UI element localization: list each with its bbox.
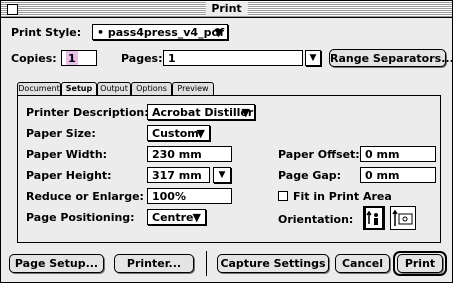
chevron-down-icon: ▼ xyxy=(192,211,201,224)
paper-size-value: Custom xyxy=(152,127,199,140)
printer-description-value: Acrobat Distiller xyxy=(152,106,254,119)
printer-button[interactable]: Printer... xyxy=(114,254,194,273)
paper-height-dropdown-button[interactable]: ▼ xyxy=(213,167,231,183)
print-style-popup[interactable]: • pass4press_v4_pdf ▼ xyxy=(92,24,228,40)
button-separator xyxy=(206,251,207,276)
page-setup-button[interactable]: Page Setup... xyxy=(9,254,104,273)
paper-height-field[interactable]: 317 mm xyxy=(147,167,210,183)
fit-in-print-area-label: Fit in Print Area xyxy=(293,190,392,203)
copies-field[interactable]: 1 xyxy=(61,50,97,66)
paper-width-field[interactable]: 230 mm xyxy=(147,146,232,162)
chevron-down-icon: ▼ xyxy=(241,106,250,119)
tab-document[interactable]: Document xyxy=(17,82,61,95)
print-style-label: Print Style: xyxy=(11,26,82,39)
reduce-enlarge-label: Reduce or Enlarge: xyxy=(26,190,144,203)
close-box-icon[interactable] xyxy=(7,4,18,15)
tab-setup[interactable]: Setup xyxy=(61,82,97,96)
page-positioning-popup[interactable]: Centre ▼ xyxy=(147,209,206,225)
paper-size-popup[interactable]: Custom ▼ xyxy=(147,125,210,141)
page-gap-field[interactable]: 0 mm xyxy=(360,167,436,183)
orientation-label: Orientation: xyxy=(278,213,354,226)
landscape-orientation-icon[interactable] xyxy=(390,206,416,230)
page-positioning-value: Centre xyxy=(152,211,194,224)
title-bar[interactable]: Print xyxy=(1,1,452,18)
fit-in-print-area-checkbox[interactable] xyxy=(278,191,288,201)
cancel-button[interactable]: Cancel xyxy=(335,254,390,273)
tab-preview[interactable]: Preview xyxy=(172,82,214,95)
print-dialog: Print Print Style: • pass4press_v4_pdf ▼… xyxy=(0,0,453,283)
paper-height-label: Paper Height: xyxy=(26,169,112,182)
reduce-enlarge-field[interactable]: 100% xyxy=(147,188,232,204)
chevron-down-icon: ▼ xyxy=(196,127,205,140)
printer-description-label: Printer Description: xyxy=(26,106,149,119)
chevron-down-icon: ▼ xyxy=(218,170,226,180)
copies-label: Copies: xyxy=(11,52,57,65)
paper-width-label: Paper Width: xyxy=(26,148,108,161)
portrait-orientation-icon[interactable] xyxy=(363,206,385,230)
chevron-down-icon: ▼ xyxy=(214,26,223,39)
pages-dropdown-button[interactable]: ▼ xyxy=(305,50,321,66)
tab-output[interactable]: Output xyxy=(97,82,131,95)
pages-field[interactable]: 1 xyxy=(163,50,303,66)
page-positioning-label: Page Positioning: xyxy=(26,211,135,224)
tab-options[interactable]: Options xyxy=(131,82,172,95)
paper-offset-label: Paper Offset: xyxy=(278,148,360,161)
page-gap-label: Page Gap: xyxy=(278,169,342,182)
chevron-down-icon: ▼ xyxy=(309,53,317,63)
copies-value: 1 xyxy=(66,51,78,65)
setup-panel: Printer Description: Acrobat Distiller ▼… xyxy=(17,95,441,243)
window-title: Print xyxy=(205,2,248,16)
paper-size-label: Paper Size: xyxy=(26,127,96,140)
print-style-value: • pass4press_v4_pdf xyxy=(97,26,225,39)
capture-settings-button[interactable]: Capture Settings xyxy=(217,254,329,273)
pages-label: Pages: xyxy=(121,52,163,65)
paper-offset-field[interactable]: 0 mm xyxy=(360,146,436,162)
range-separators-button[interactable]: Range Separators... xyxy=(329,49,453,67)
print-button[interactable]: Print xyxy=(397,254,443,273)
printer-description-popup[interactable]: Acrobat Distiller ▼ xyxy=(147,104,255,120)
